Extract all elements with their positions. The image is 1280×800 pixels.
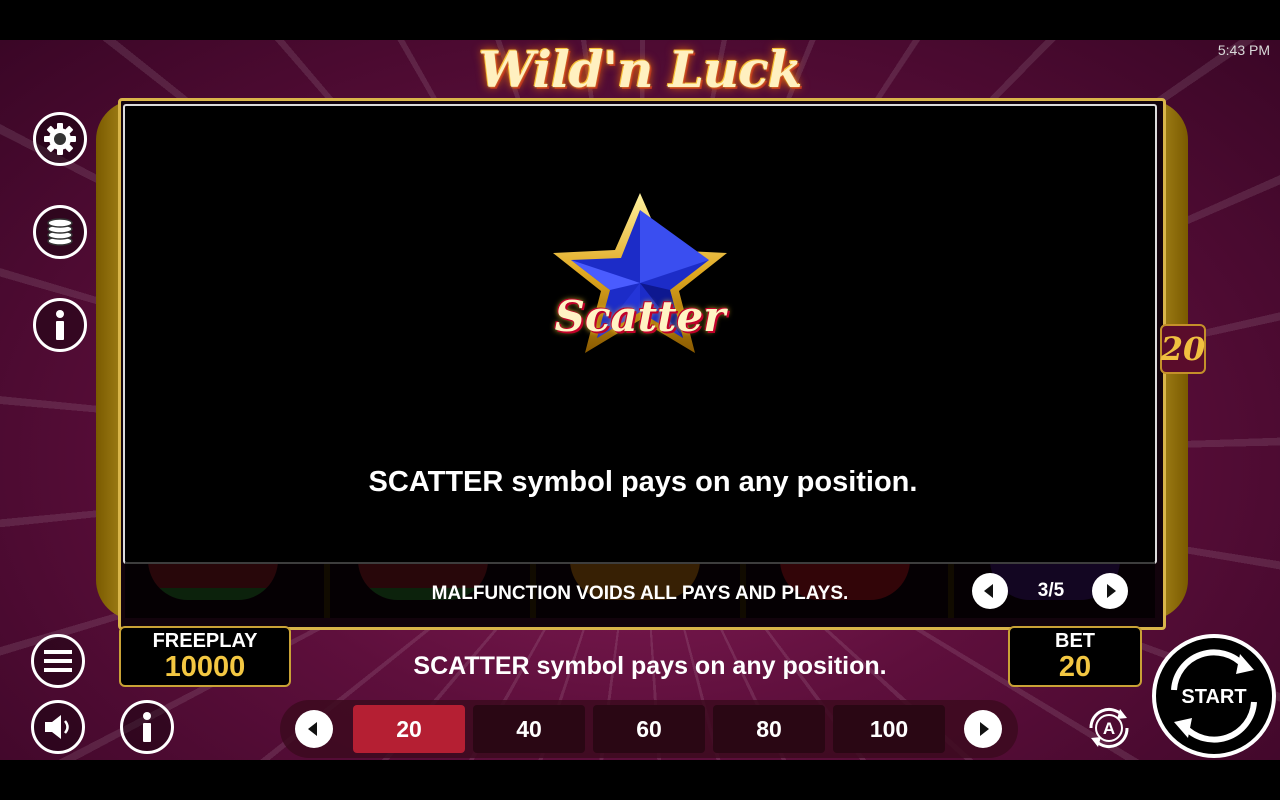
autoplay-button[interactable]: A <box>1082 701 1136 755</box>
settings-button[interactable] <box>33 112 87 166</box>
autoplay-icon: A <box>1089 707 1129 749</box>
freeplay-box: FREEPLAY 10000 <box>119 626 291 687</box>
next-page-button[interactable] <box>1092 573 1128 609</box>
bet-next-button[interactable] <box>964 710 1002 748</box>
sound-button[interactable] <box>31 700 85 754</box>
page-indicator: 3/5 <box>1037 580 1065 601</box>
lines-badge: 20 <box>1160 324 1206 374</box>
coins-button[interactable] <box>33 205 87 259</box>
bet-value: 20 <box>1058 651 1092 683</box>
info-icon <box>143 712 151 742</box>
chevron-left-icon <box>984 584 993 598</box>
bet-option-100[interactable]: 100 <box>833 705 945 753</box>
gear-icon <box>44 123 76 155</box>
sound-icon <box>45 715 69 739</box>
coins-icon <box>47 218 73 246</box>
bet-option-80[interactable]: 80 <box>713 705 825 753</box>
menu-button[interactable] <box>31 634 85 688</box>
info-button[interactable] <box>33 298 87 352</box>
chevron-left-icon <box>308 722 317 736</box>
chevron-right-icon <box>1107 584 1116 598</box>
freeplay-label: FREEPLAY <box>152 630 258 652</box>
info-icon <box>56 310 64 340</box>
scatter-label: Scatter <box>554 292 726 341</box>
chevron-right-icon <box>980 722 989 736</box>
bet-option-20[interactable]: 20 <box>353 705 465 753</box>
start-label: START <box>1181 686 1247 708</box>
status-message: SCATTER symbol pays on any position. <box>413 652 887 680</box>
scatter-symbol: Scatter <box>545 188 735 368</box>
freeplay-value: 10000 <box>164 651 246 683</box>
info-description: SCATTER symbol pays on any position. <box>368 466 918 498</box>
bet-label: BET <box>1055 630 1095 652</box>
svg-text:A: A <box>1103 719 1115 738</box>
status-time: 5:43 PM <box>1217 42 1270 58</box>
game-logo: Wild'n Luck 20 <box>470 40 810 158</box>
bet-option-60[interactable]: 60 <box>593 705 705 753</box>
paytable-info-button[interactable] <box>120 700 174 754</box>
bet-option-40[interactable]: 40 <box>473 705 585 753</box>
menu-icon <box>44 650 72 672</box>
malfunction-notice: MALFUNCTION VOIDS ALL PAYS AND PLAYS. <box>431 583 849 604</box>
prev-page-button[interactable] <box>972 573 1008 609</box>
bottom-band <box>0 760 1280 800</box>
star-icon <box>553 193 727 353</box>
bet-prev-button[interactable] <box>295 710 333 748</box>
bet-box: BET 20 <box>1008 626 1142 687</box>
